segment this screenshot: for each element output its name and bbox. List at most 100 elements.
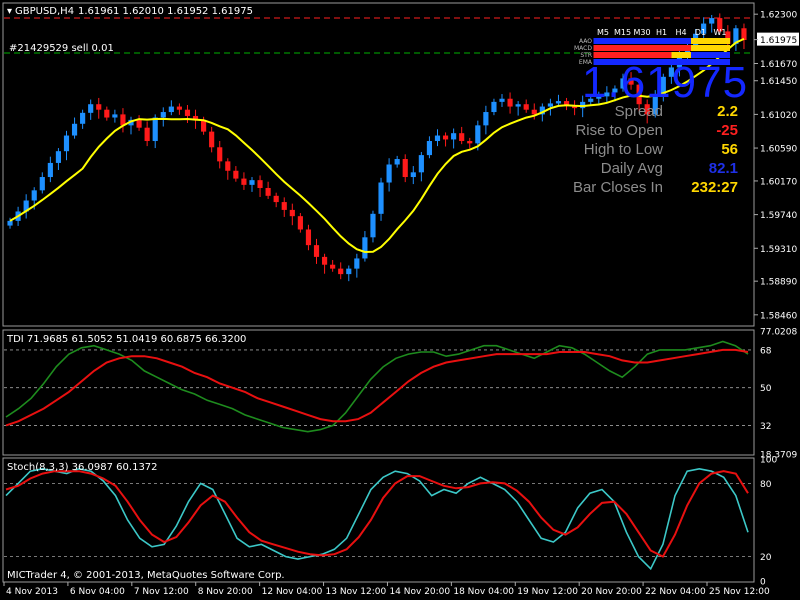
candle-body xyxy=(289,209,295,217)
candle-body xyxy=(475,125,481,144)
candle-body xyxy=(434,135,441,142)
candle-body xyxy=(39,177,45,191)
candle-body xyxy=(297,216,303,230)
candle-body xyxy=(160,112,166,118)
indicator-tick-label: 68 xyxy=(760,346,772,356)
time-tick-label: 13 Nov 12:00 xyxy=(326,587,387,597)
indicator-tick-label: 0 xyxy=(760,578,766,588)
candle-body xyxy=(499,98,505,102)
candle-body xyxy=(330,264,336,269)
time-tick-label: 12 Nov 04:00 xyxy=(262,587,323,597)
info-value: 2.2 xyxy=(717,103,738,120)
price-tick-label: 1.60590 xyxy=(760,145,797,155)
signal-cell xyxy=(691,38,711,44)
indicator-tick-label: 32 xyxy=(760,422,771,432)
candle-body xyxy=(233,170,239,179)
info-label: Spread xyxy=(614,103,663,120)
candle-body xyxy=(184,109,191,116)
info-value: 56 xyxy=(721,141,738,158)
candle-body xyxy=(515,104,521,107)
signal-row-label: AAO xyxy=(579,38,592,45)
candle-body xyxy=(394,159,400,165)
candle-body xyxy=(96,104,102,110)
candle-body xyxy=(338,268,344,275)
candle-body xyxy=(265,187,271,196)
candle-body xyxy=(63,135,70,152)
candle-body xyxy=(176,106,182,110)
price-tick-label: 1.60170 xyxy=(760,177,797,187)
candle-body xyxy=(136,119,142,128)
price-tick-label: 1.61670 xyxy=(760,60,797,70)
candle-body xyxy=(321,256,328,265)
price-tick-label: 1.58460 xyxy=(760,311,797,321)
signal-row-label: MACD xyxy=(574,45,592,52)
signal-cell xyxy=(671,45,691,51)
signal-cell xyxy=(652,45,672,51)
time-tick-label: 20 Nov 20:00 xyxy=(581,587,642,597)
info-value: 232:27 xyxy=(691,179,738,196)
info-label: High to Low xyxy=(583,141,663,158)
price-tick-label: 1.58890 xyxy=(760,278,797,288)
candle-body xyxy=(362,237,368,259)
candle-body xyxy=(217,147,223,162)
stoch-title: Stoch(8,3,3) 36.0987 60.1372 xyxy=(7,462,158,473)
indicator-tick-label: 100 xyxy=(760,456,777,466)
candle-body xyxy=(88,104,94,113)
candle-body xyxy=(467,141,473,144)
ohlc-readout: 1.61961 1.62010 1.61952 1.61975 xyxy=(78,6,253,17)
timeframe-label: M5 xyxy=(597,28,609,37)
price-tick-label: 1.59310 xyxy=(760,245,797,255)
candle-body xyxy=(305,229,312,246)
candle-body xyxy=(47,162,53,178)
candle-body xyxy=(346,268,352,275)
candle-body xyxy=(354,258,360,269)
candle-body xyxy=(55,151,62,163)
timeframe-label: H4 xyxy=(675,28,686,37)
candle-body xyxy=(7,220,13,226)
candle-body xyxy=(459,133,465,142)
time-tick-label: 25 Nov 12:00 xyxy=(709,587,770,597)
candle-body xyxy=(507,98,513,107)
timeframe-label: M30 xyxy=(633,28,650,37)
time-tick-label: 6 Nov 04:00 xyxy=(70,587,125,597)
candle-body xyxy=(491,101,497,113)
candle-body xyxy=(410,172,416,178)
candle-body xyxy=(483,112,489,126)
price-tick-label: 1.61020 xyxy=(760,111,797,121)
candle-body xyxy=(273,195,279,203)
candle-body xyxy=(451,133,457,140)
signal-cell xyxy=(613,38,633,44)
candle-body xyxy=(313,245,320,257)
candle-body xyxy=(257,180,263,188)
candle-body xyxy=(426,141,433,156)
price-tick-label: 1.62300 xyxy=(760,11,797,21)
big-price: 1.61975 xyxy=(582,58,749,107)
signal-cell xyxy=(710,45,730,51)
indicator-tick-label: 50 xyxy=(760,384,772,394)
candle-body xyxy=(80,112,86,124)
timeframe-label: M15 xyxy=(614,28,631,37)
candle-body xyxy=(104,109,110,118)
candle-body xyxy=(281,202,287,210)
candle-body xyxy=(241,178,247,185)
candle-body xyxy=(709,18,715,24)
candle-body xyxy=(523,104,529,110)
candle-body xyxy=(378,182,384,214)
info-value: 82.1 xyxy=(708,160,738,177)
symbol-title: GBPUSD,H4 xyxy=(15,6,74,17)
info-value: -25 xyxy=(716,122,738,139)
price-tick-label: 1.59740 xyxy=(760,211,797,221)
candle-body xyxy=(152,117,158,142)
candle-body xyxy=(71,123,78,136)
indicator-tick-label: 77.0208 xyxy=(760,328,797,338)
signal-cell xyxy=(632,38,652,44)
candle-body xyxy=(555,101,562,104)
signal-cell xyxy=(652,38,672,44)
signal-cell xyxy=(691,45,711,51)
order-label: #21429529 sell 0.01 xyxy=(9,43,114,54)
candle-body xyxy=(112,114,118,118)
info-label: Daily Avg xyxy=(600,160,663,177)
candle-body xyxy=(547,103,553,107)
candle-body xyxy=(418,155,424,173)
timeframe-label: D1 xyxy=(695,28,706,37)
